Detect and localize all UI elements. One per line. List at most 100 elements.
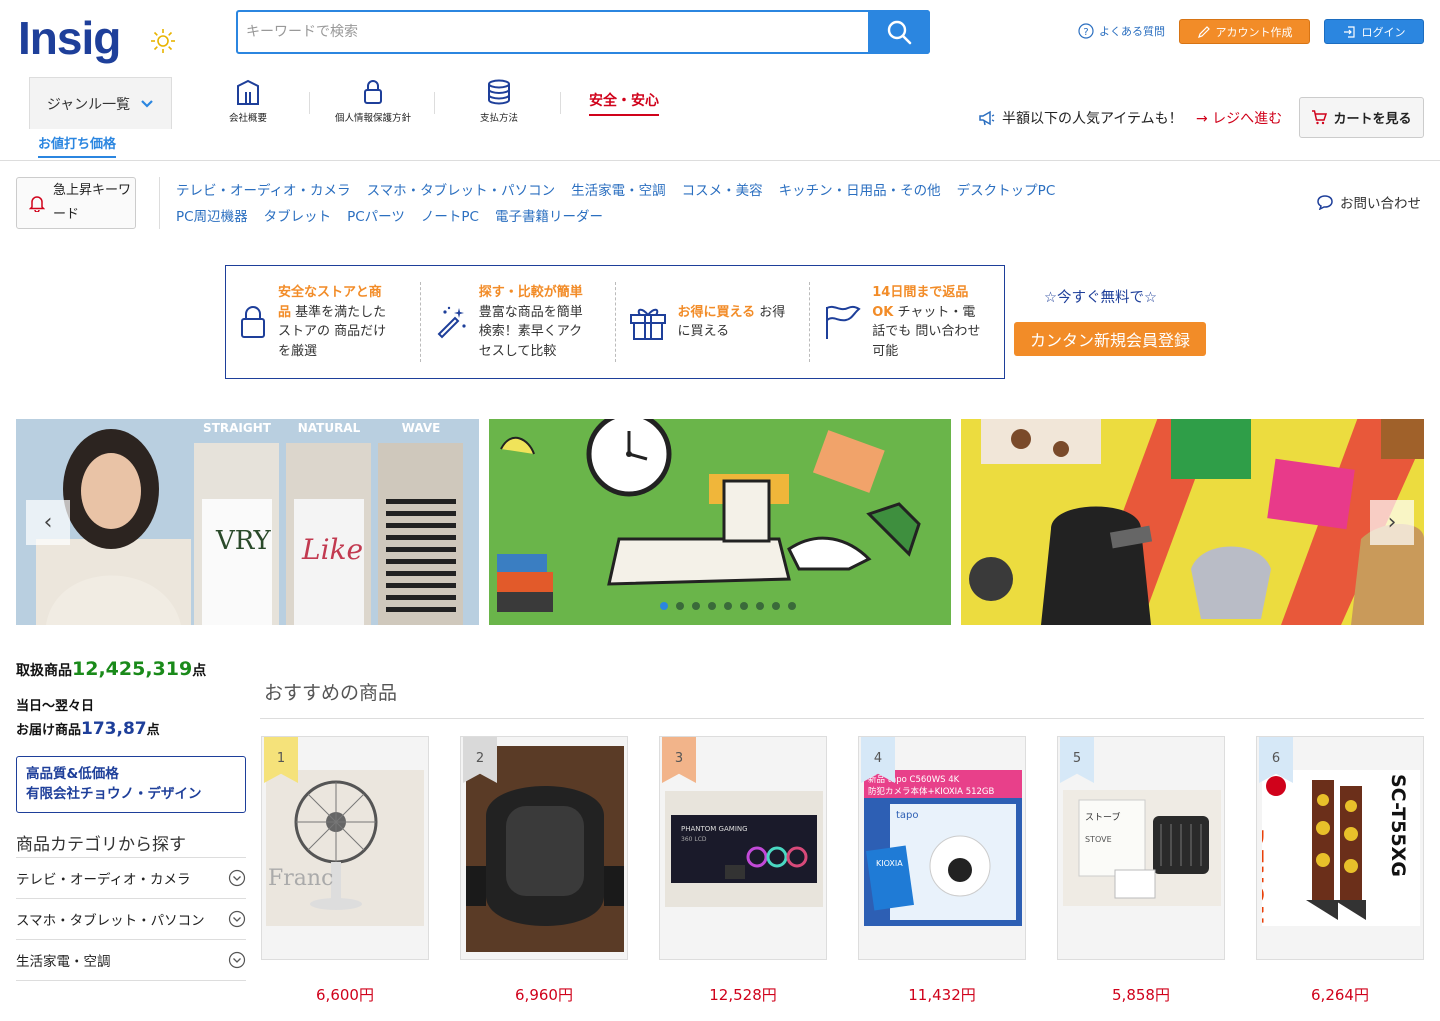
rank-badge: 5 (1060, 737, 1094, 783)
product-count-unit: 点 (192, 663, 207, 679)
flag-icon (826, 305, 861, 339)
sidebar-category-item[interactable]: スマホ・タブレット・パソコン (16, 898, 246, 939)
category-link[interactable]: 電子書籍リーダー (495, 209, 603, 225)
banner-fashion[interactable]: VRY Like STRAIGHT NATURAL WAVE (16, 419, 479, 625)
nav-company[interactable]: 会社概要 (198, 78, 298, 124)
svg-text:Like: Like (301, 533, 363, 566)
banner-fashion-image: VRY Like STRAIGHT NATURAL WAVE (16, 419, 479, 625)
carousel-dot[interactable] (708, 602, 716, 610)
delivery-label: お届け商品 (16, 723, 82, 738)
site-logo[interactable]: Insig (18, 12, 121, 64)
carousel-next-button[interactable]: › (1370, 500, 1414, 545)
svg-text:VRY: VRY (215, 526, 272, 556)
sidebar-category-label: スマホ・タブレット・パソコン (16, 913, 205, 929)
sidebar-category-item[interactable] (16, 980, 246, 1021)
category-link[interactable]: デスクトップPC (957, 183, 1056, 199)
delivery-count-value: 173,87 (81, 719, 147, 739)
chevron-right-icon: › (1387, 510, 1397, 535)
category-link[interactable]: スマホ・タブレット・パソコン (367, 183, 556, 199)
carousel-indicators (660, 602, 796, 610)
contact-label: お問い合わせ (1340, 196, 1421, 212)
chevron-down-icon (141, 99, 153, 108)
login-icon (1343, 25, 1355, 38)
create-account-label: アカウント作成 (1215, 25, 1293, 39)
header-divider (0, 160, 1440, 161)
category-link[interactable]: 生活家電・空調 (571, 183, 666, 199)
product-price: 6,960円 (515, 986, 573, 1004)
tab-discount-price[interactable]: お値打ち価格 (38, 133, 117, 158)
product-card[interactable]: 2 (460, 736, 628, 960)
nav-safety[interactable]: 安全・安心 (589, 90, 659, 116)
login-button[interactable]: ログイン (1324, 19, 1424, 44)
product-price: 6,600円 (316, 986, 374, 1004)
checkout-link[interactable]: → レジへ進む (1196, 108, 1282, 128)
category-link[interactable]: ノートPC (421, 209, 479, 225)
product-card[interactable]: Franc 1 (261, 736, 429, 960)
sidebar-category-item[interactable]: 生活家電・空調 (16, 939, 246, 980)
svg-text:SC-T55XG: SC-T55XG (1387, 774, 1409, 877)
feature-text: 豊富な商品を簡単検索！素早くアクセスして比較 (478, 304, 583, 359)
nav-divider (560, 92, 561, 114)
nav-divider (309, 92, 310, 114)
nav-privacy-label: 個人情報保護方針 (334, 113, 411, 124)
carousel-dot[interactable] (788, 602, 796, 610)
banner-label: NATURAL (298, 421, 361, 435)
product-card[interactable]: ストーブ STOVE 5 (1057, 736, 1225, 960)
carousel-dot[interactable] (692, 602, 700, 610)
create-account-button[interactable]: アカウント作成 (1179, 19, 1310, 44)
banner-shoes[interactable] (489, 419, 951, 625)
featured-shop-box[interactable]: 高品質&低価格 有限会社チョウノ・デザイン (16, 756, 246, 813)
product-image: DENON SC-T55XG (1262, 770, 1420, 926)
category-link[interactable]: タブレット (264, 209, 332, 225)
product-card[interactable]: 新品 tapo C560WS 4K 防犯カメラ本体+KIOXIA 512GB tap… (858, 736, 1026, 960)
search-input[interactable] (246, 12, 866, 52)
feature-title: お得に買える (677, 304, 756, 320)
svg-text:tapo: tapo (896, 810, 919, 821)
carousel-dot[interactable] (772, 602, 780, 610)
genre-dropdown[interactable]: ジャンル一覧 (29, 77, 172, 129)
svg-text:?: ? (1083, 27, 1088, 38)
delivery-count: 当日〜翌々日 お届け商品173,87点 (16, 696, 160, 742)
recommended-title: おすすめの商品 (264, 682, 398, 704)
category-link[interactable]: キッチン・日用品・その他 (779, 183, 941, 199)
login-label: ログイン (1361, 25, 1406, 39)
search-button[interactable] (868, 10, 930, 54)
recommended-divider (260, 718, 1424, 719)
nav-privacy[interactable]: 個人情報保護方針 (323, 78, 423, 124)
banner-bags[interactable] (961, 419, 1424, 625)
cart-button[interactable]: カートを見る (1299, 97, 1424, 138)
half-price-label: 半額以下の人気アイテムも！ (1002, 111, 1183, 127)
faq-link[interactable]: ? よくある質問 (1078, 23, 1165, 39)
cart-label: カートを見る (1333, 112, 1412, 127)
category-link[interactable]: PC周辺機器 (176, 209, 248, 225)
product-card[interactable]: PHANTOM GAMING 360 LCD 3 (659, 736, 827, 960)
carousel-prev-button[interactable]: ‹ (26, 500, 70, 545)
product-count-value: 12,425,319 (72, 658, 193, 680)
register-button[interactable]: カンタン新規会員登録 (1014, 322, 1206, 356)
carousel-dot[interactable] (724, 602, 732, 610)
contact-link[interactable]: お問い合わせ (1316, 192, 1421, 212)
building-icon (237, 79, 259, 105)
product-price: 12,528円 (709, 986, 777, 1004)
banner-label: WAVE (402, 421, 441, 435)
category-section-title: 商品カテゴリから探す (16, 835, 186, 855)
svg-text:ストーブ: ストーブ (1085, 811, 1120, 823)
product-image: 新品 tapo C560WS 4K防犯カメラ本体+KIOXIA 512GBtap… (864, 770, 1022, 926)
carousel-dot[interactable] (756, 602, 764, 610)
svg-text:STOVE: STOVE (1085, 835, 1112, 844)
category-link[interactable]: テレビ・オーディオ・カメラ (176, 183, 351, 199)
trending-keywords-button[interactable]: 急上昇キーワード (16, 177, 136, 229)
carousel-dot[interactable] (660, 602, 668, 610)
half-price-note[interactable]: 半額以下の人気アイテムも！ (978, 108, 1183, 128)
sidebar-category-item[interactable]: テレビ・オーディオ・カメラ (16, 857, 246, 898)
nav-payment[interactable]: 支払方法 (449, 78, 549, 124)
feature-text: 基準を満たしたストアの 商品だけを厳選 (278, 304, 387, 359)
sidebar-category-label: テレビ・オーディオ・カメラ (16, 872, 191, 888)
product-card[interactable]: DENON SC-T55XG 6 (1256, 736, 1424, 960)
carousel-dot[interactable] (676, 602, 684, 610)
carousel-dot[interactable] (740, 602, 748, 610)
category-link[interactable]: PCパーツ (347, 209, 405, 225)
category-link[interactable]: コスメ・美容 (682, 183, 763, 199)
product-image: Franc (266, 770, 424, 926)
gift-icon (629, 308, 666, 340)
